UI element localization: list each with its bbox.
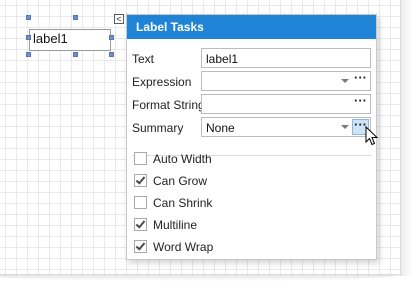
resize-handle-top[interactable] <box>73 15 78 20</box>
can-grow-checkbox[interactable] <box>134 174 147 187</box>
check-mark-icon <box>135 218 146 229</box>
label-control[interactable]: label1 <box>29 29 111 51</box>
summary-field[interactable]: None ··· <box>201 117 371 137</box>
expression-field[interactable]: ··· <box>201 71 371 91</box>
expression-label: Expression <box>132 75 192 89</box>
smart-tag-icon[interactable]: < <box>114 14 124 24</box>
can-shrink-checkbox[interactable] <box>134 196 147 209</box>
format-string-field[interactable]: ··· <box>201 94 371 114</box>
expression-row: Expression ··· <box>132 71 372 93</box>
chevron-down-icon[interactable] <box>341 125 349 129</box>
multiline-option[interactable]: Multiline <box>134 216 334 234</box>
text-row: Text label1 <box>132 48 372 70</box>
format-string-ellipsis-button[interactable]: ··· <box>352 94 369 112</box>
multiline-checkbox[interactable] <box>134 218 147 231</box>
summary-label: Summary <box>132 121 184 135</box>
auto-width-label: Auto Width <box>153 152 212 166</box>
resize-handle-right[interactable] <box>109 35 114 40</box>
text-label: Text <box>132 52 155 66</box>
summary-row: Summary None ··· <box>132 117 372 139</box>
auto-width-checkbox[interactable] <box>134 152 147 165</box>
smart-tag-glyph: < <box>116 14 122 24</box>
resize-handle-left[interactable] <box>26 35 31 40</box>
label-control-text: label1 <box>33 31 68 46</box>
chevron-down-icon[interactable] <box>341 79 349 83</box>
panel-title: Label Tasks <box>127 15 376 39</box>
summary-field-value: None <box>206 121 235 135</box>
check-mark-icon <box>135 174 146 185</box>
can-shrink-label: Can Shrink <box>153 196 213 210</box>
resize-handle-top-left[interactable] <box>26 15 31 20</box>
resize-handle-bottom-left[interactable] <box>26 52 31 57</box>
label-tasks-panel: Label Tasks Text label1 Expression ··· F… <box>126 14 377 260</box>
page-edge-right <box>400 0 412 280</box>
page-edge-bottom <box>0 274 412 294</box>
word-wrap-checkbox[interactable] <box>134 240 147 253</box>
arrow-cursor-icon <box>365 126 379 146</box>
can-grow-option[interactable]: Can Grow <box>134 172 334 190</box>
check-mark-icon <box>135 240 146 251</box>
word-wrap-option[interactable]: Word Wrap <box>134 238 334 256</box>
text-field-value: label1 <box>206 52 239 66</box>
format-string-label: Format String <box>132 98 205 112</box>
can-grow-label: Can Grow <box>153 174 208 188</box>
auto-width-option[interactable]: Auto Width <box>134 150 334 168</box>
text-field[interactable]: label1 <box>201 48 371 68</box>
expression-ellipsis-button[interactable]: ··· <box>352 71 369 89</box>
multiline-label: Multiline <box>153 218 198 232</box>
word-wrap-label: Word Wrap <box>153 240 214 254</box>
can-shrink-option[interactable]: Can Shrink <box>134 194 334 212</box>
resize-handle-bottom-right[interactable] <box>109 52 114 57</box>
format-string-row: Format String ··· <box>132 94 372 116</box>
resize-handle-bottom[interactable] <box>73 52 78 57</box>
